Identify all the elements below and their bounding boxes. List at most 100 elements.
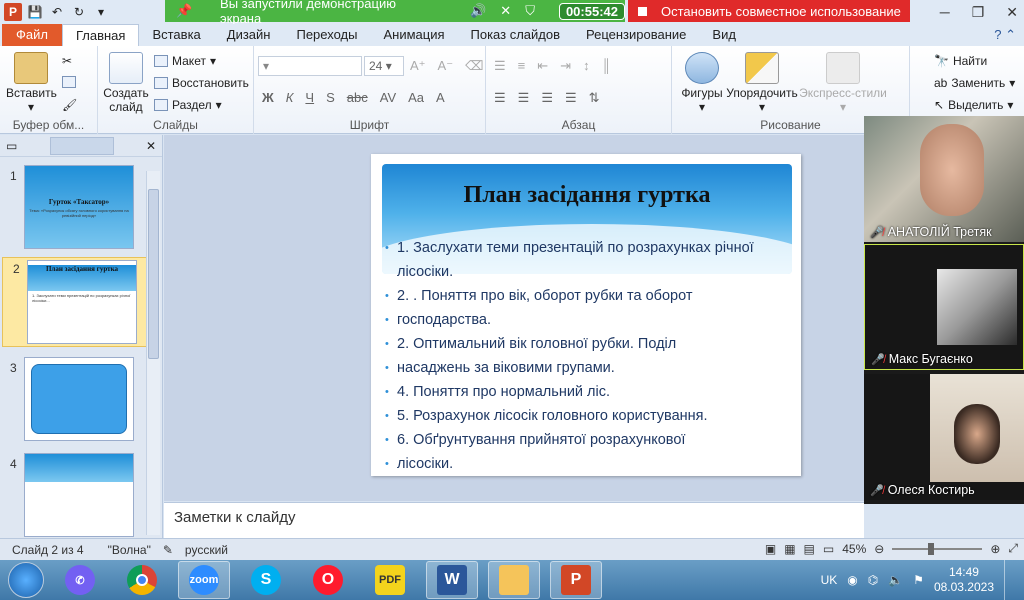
thumbnail-slide-2[interactable]: 2 План засідання гуртка 1. Заслухати тем… — [2, 257, 150, 347]
taskbar-explorer[interactable] — [488, 561, 540, 599]
format-painter-button[interactable]: 🖌 — [62, 98, 77, 112]
zoom-slider[interactable] — [892, 542, 983, 555]
thumbnail-slide-4[interactable]: 4 — [0, 453, 148, 543]
tab-file[interactable]: Файл — [2, 24, 62, 46]
select-button[interactable]: ↖ Выделить ▾ — [934, 98, 1013, 112]
slide-bullet-list[interactable]: • 1. Заслухати теми презентацій по розрах… — [385, 236, 795, 476]
current-slide[interactable]: План засідання гуртка • 1. Заслухати теми… — [371, 154, 801, 476]
undo-icon[interactable]: ↶ — [48, 3, 66, 21]
network-icon[interactable]: ⌬ — [868, 573, 878, 587]
spacing-icon[interactable]: AV — [380, 90, 396, 105]
case-icon[interactable]: Aa — [408, 90, 424, 105]
slide-sorter-icon[interactable]: ▦ — [784, 542, 795, 556]
zoom-out-icon[interactable]: ⊖ — [874, 542, 884, 556]
chrome-tray-icon[interactable]: ◉ — [847, 573, 857, 587]
close-icon[interactable]: ✕ — [146, 139, 156, 153]
slideshow-icon[interactable]: ▭ — [823, 542, 834, 556]
taskbar-chrome[interactable] — [116, 561, 168, 599]
italic-icon[interactable]: К — [286, 90, 294, 105]
tab-home[interactable]: Главная — [61, 24, 140, 46]
taskbar-powerpoint[interactable]: P — [550, 561, 602, 599]
clear-format-icon[interactable]: ⌫ — [465, 58, 483, 74]
replace-button[interactable]: ab Заменить ▾ — [934, 76, 1015, 90]
thumbnail-slide-3[interactable]: 3 — [0, 357, 148, 447]
customize-qat-icon[interactable]: ▾ — [92, 3, 110, 21]
participant-tile-3[interactable]: 🎤̸ Олеся Костирь — [864, 374, 1024, 500]
shapes-button[interactable]: Фигуры ▾ — [678, 52, 726, 114]
show-desktop-button[interactable] — [1004, 560, 1014, 600]
thumbnails-scrollbar[interactable] — [146, 171, 160, 535]
volume-icon[interactable]: 🔈 — [888, 573, 903, 587]
cut-button[interactable]: ✂ — [62, 54, 72, 68]
numbering-icon[interactable]: ≡ — [518, 58, 526, 74]
font-color-icon[interactable]: A — [436, 90, 445, 105]
reading-view-icon[interactable]: ▤ — [804, 542, 815, 556]
stop-share-button[interactable]: Остановить совместное использование — [628, 0, 910, 22]
tab-animations[interactable]: Анимация — [370, 24, 457, 46]
increase-indent-icon[interactable]: ⇥ — [560, 58, 571, 74]
scrollbar-thumb[interactable] — [148, 189, 159, 359]
fit-to-window-icon[interactable]: ⤢ — [1008, 541, 1018, 556]
tab-slide-show[interactable]: Показ слайдов — [458, 24, 574, 46]
flag-icon[interactable]: ⚑ — [913, 573, 924, 587]
taskbar-word[interactable]: W — [426, 561, 478, 599]
normal-view-icon[interactable]: ▣ — [765, 542, 776, 556]
participant-tile-1[interactable]: 🎤̸ АНАТОЛІЙ Третяк — [864, 116, 1024, 242]
reset-button[interactable]: Восстановить — [154, 76, 249, 90]
tab-review[interactable]: Рецензирование — [573, 24, 699, 46]
help-icon[interactable]: ? ⌃ — [994, 27, 1016, 43]
restore-icon[interactable]: ❐ — [972, 4, 985, 21]
redo-icon[interactable]: ↻ — [70, 3, 88, 21]
outline-tab-icon[interactable]: ▭ — [6, 139, 17, 153]
layout-button[interactable]: Макет ▾ — [154, 54, 216, 68]
tab-insert[interactable]: Вставка — [139, 24, 213, 46]
zoom-in-icon[interactable]: ⊕ — [990, 542, 1000, 556]
bold-icon[interactable]: Ж — [262, 90, 274, 105]
shield-icon[interactable]: ⛉ — [525, 3, 535, 19]
participant-tile-2[interactable]: 🎤̸ Макс Бугаєнко — [864, 244, 1024, 370]
notes-pane[interactable]: Заметки к слайду — [164, 502, 864, 538]
font-name-input[interactable]: ▾ — [258, 56, 362, 76]
taskbar-skype[interactable]: S — [240, 561, 292, 599]
tab-view[interactable]: Вид — [699, 24, 749, 46]
save-icon[interactable]: 💾 — [26, 3, 44, 21]
close-icon[interactable]: ✕ — [1006, 4, 1018, 21]
arrange-button[interactable]: Упорядочить ▾ — [724, 52, 800, 114]
pin-icon[interactable]: 📌 — [175, 3, 194, 19]
input-language[interactable]: UK — [821, 573, 838, 587]
paste-button[interactable]: Вставить ▾ — [6, 52, 57, 114]
align-right-icon[interactable]: ☰ — [541, 90, 553, 106]
new-slide-button[interactable]: Создать слайд — [102, 52, 150, 114]
columns-icon[interactable]: ║ — [602, 58, 611, 74]
find-button[interactable]: 🔭 Найти — [934, 54, 987, 68]
slide-title[interactable]: План засідання гуртка — [382, 182, 792, 209]
language-indicator[interactable]: русский — [173, 543, 240, 557]
bullets-icon[interactable]: ☰ — [494, 58, 506, 74]
align-left-icon[interactable]: ☰ — [494, 90, 506, 106]
taskbar-opera[interactable]: O — [302, 561, 354, 599]
copy-button[interactable] — [62, 76, 76, 88]
line-spacing-icon[interactable]: ↕ — [583, 58, 590, 74]
clock[interactable]: 14:49 08.03.2023 — [934, 565, 994, 595]
start-button[interactable] — [8, 562, 44, 598]
taskbar-viber[interactable]: ✆ — [54, 561, 106, 599]
spellcheck-icon[interactable]: ✎ — [163, 543, 173, 557]
text-direction-icon[interactable]: ⇅ — [589, 90, 600, 106]
shrink-font-icon[interactable]: A⁻ — [438, 58, 454, 74]
taskbar-zoom[interactable]: zoom — [178, 561, 230, 599]
quick-styles-button[interactable]: Экспресс-стили ▾ — [798, 52, 888, 114]
tab-design[interactable]: Дизайн — [214, 24, 284, 46]
zoom-level[interactable]: 45% — [842, 542, 866, 556]
align-center-icon[interactable]: ☰ — [518, 90, 530, 106]
audio-icon[interactable]: 🔊 — [470, 3, 486, 19]
underline-icon[interactable]: Ч — [305, 90, 314, 105]
justify-icon[interactable]: ☰ — [565, 90, 577, 106]
taskbar-pdf[interactable]: PDF — [364, 561, 416, 599]
font-size-input[interactable]: 24 ▾ — [364, 56, 404, 76]
decrease-indent-icon[interactable]: ⇤ — [537, 58, 548, 74]
shadow-icon[interactable]: S — [326, 90, 335, 105]
section-button[interactable]: Раздел ▾ — [154, 98, 222, 112]
slides-tab[interactable] — [49, 136, 114, 155]
strikethrough-icon[interactable]: abc — [347, 90, 368, 105]
mic-off-icon[interactable]: ✕ — [500, 3, 511, 19]
